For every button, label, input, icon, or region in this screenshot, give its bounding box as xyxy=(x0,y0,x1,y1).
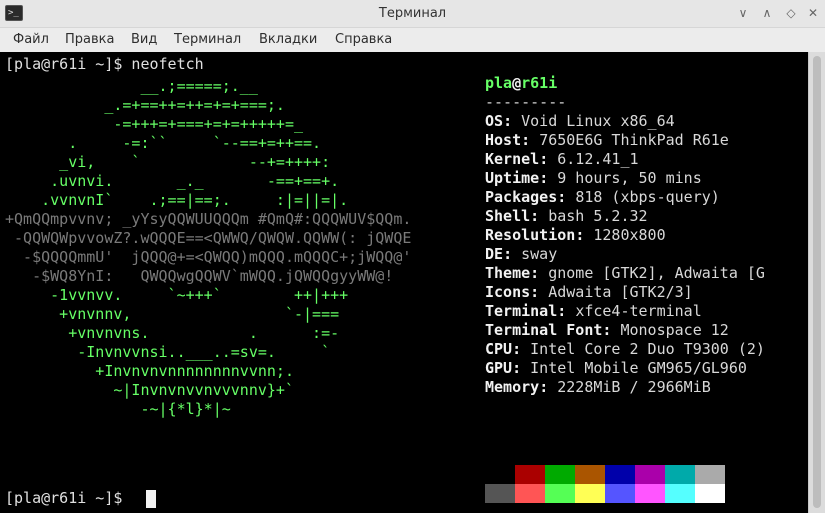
menu-edit[interactable]: Правка xyxy=(65,32,114,47)
title-bar[interactable]: >_ Терминал ∨ ∧ ◇ ✕ xyxy=(0,0,825,28)
palette-normal-row xyxy=(485,465,725,484)
color-swatch xyxy=(635,465,665,484)
restore-icon[interactable]: ◇ xyxy=(783,5,799,21)
command-prompt: [pla@r61i ~]$ neofetch xyxy=(5,55,204,73)
color-swatch xyxy=(575,465,605,484)
logo-line: +vnvnvns. . :=- xyxy=(5,324,340,342)
close-icon[interactable]: ✕ xyxy=(805,5,821,21)
color-swatch xyxy=(605,484,635,503)
info-host: Host: 7650E6G ThinkPad R61e xyxy=(485,131,729,149)
logo-line: . -=:`` `--==+=++==. xyxy=(5,134,322,152)
color-swatch xyxy=(635,484,665,503)
info-uptime: Uptime: 9 hours, 50 mins xyxy=(485,169,702,187)
info-terminal: Terminal: xfce4-terminal xyxy=(485,302,702,320)
color-palette xyxy=(485,465,725,503)
color-swatch xyxy=(695,484,725,503)
info-shell: Shell: bash 5.2.32 xyxy=(485,207,648,225)
logo-line: -~|{*l}*|~ xyxy=(5,400,231,418)
logo-line: .uvnvi. _._ -==+==+. xyxy=(5,172,340,190)
ascii-logo: __.;=====;.__ _.=+==++=++=+=+===;. -=+++… xyxy=(5,77,411,419)
color-swatch xyxy=(695,465,725,484)
logo-line: ~|Invnvnvvnvvvnnv}+` xyxy=(5,381,294,399)
text-cursor xyxy=(146,490,156,508)
system-info: pla@r61i --------- OS: Void Linux x86_64… xyxy=(485,74,765,397)
color-swatch xyxy=(665,484,695,503)
info-os: OS: Void Linux x86_64 xyxy=(485,112,675,130)
logo-line: _vi, ` --+=++++: xyxy=(5,153,331,171)
logo-line: +QmQQmpvvnv; _yYsyQQWUUQQQm #QmQ#:QQQWUV… xyxy=(5,210,412,228)
menu-view[interactable]: Вид xyxy=(131,32,157,47)
user-host: pla@r61i xyxy=(485,74,558,92)
logo-line: _.=+==++=++=+=+===;. xyxy=(5,96,285,114)
logo-line: -=+++=+===+=+=+++++=_ xyxy=(5,115,304,133)
info-cpu: CPU: Intel Core 2 Duo T9300 (2) xyxy=(485,340,765,358)
logo-line: .vvnvnI` .;==|==;. :|=||=|. xyxy=(5,191,349,209)
info-separator: --------- xyxy=(485,93,567,111)
color-swatch xyxy=(545,465,575,484)
window-title: Терминал xyxy=(378,6,447,21)
logo-line: +vnvnnv, `-|=== xyxy=(5,305,340,323)
logo-line: -QQWQWpvvowZ?.wQQQE==<QWWQ/QWQW.QQWW(: j… xyxy=(5,229,412,247)
logo-line: -$QQQQmmU' jQQQ@+=<QWQQ)mQQQ.mQQQC+;jWQQ… xyxy=(5,248,412,266)
shell-prompt: [pla@r61i ~]$ xyxy=(5,489,132,507)
info-kernel: Kernel: 6.12.41_1 xyxy=(485,150,639,168)
scrollbar-thumb[interactable] xyxy=(813,56,821,508)
minimize-icon[interactable]: ∨ xyxy=(735,5,751,21)
color-swatch xyxy=(575,484,605,503)
info-packages: Packages: 818 (xbps-query) xyxy=(485,188,720,206)
info-resolution: Resolution: 1280x800 xyxy=(485,226,666,244)
info-terminal-font: Terminal Font: Monospace 12 xyxy=(485,321,729,339)
info-theme: Theme: gnome [GTK2], Adwaita [G xyxy=(485,264,765,282)
info-gpu: GPU: Intel Mobile GM965/GL960 xyxy=(485,359,747,377)
maximize-icon[interactable]: ∧ xyxy=(759,5,775,21)
color-swatch xyxy=(515,465,545,484)
color-swatch xyxy=(665,465,695,484)
logo-line: -$WQ8YnI: QWQQwgQQWV`mWQQ.jQWQQgyyWW@! xyxy=(5,267,394,285)
color-swatch xyxy=(605,465,635,484)
color-swatch xyxy=(515,484,545,503)
color-swatch xyxy=(485,465,515,484)
menu-terminal[interactable]: Терминал xyxy=(174,32,241,47)
info-de: DE: sway xyxy=(485,245,558,263)
color-swatch xyxy=(545,484,575,503)
logo-line: -1vvnvv. `~+++` ++|+++ xyxy=(5,286,349,304)
menu-help[interactable]: Справка xyxy=(335,32,392,47)
logo-line: +Invnvnvnnnnnnnnvvnn;. xyxy=(5,362,294,380)
terminal-output[interactable]: [pla@r61i ~]$ neofetch __.;=====;.__ _.=… xyxy=(0,52,808,513)
logo-line: __.;=====;.__ xyxy=(5,77,258,95)
menu-tabs[interactable]: Вкладки xyxy=(259,32,317,47)
info-memory: Memory: 2228MiB / 2966MiB xyxy=(485,378,711,396)
info-icons: Icons: Adwaita [GTK2/3] xyxy=(485,283,693,301)
vertical-scrollbar[interactable] xyxy=(808,52,825,513)
menu-file[interactable]: Файл xyxy=(13,32,49,47)
logo-line: -Invnvvnsi..___..=sv=. ` xyxy=(5,343,331,361)
color-swatch xyxy=(485,484,515,503)
palette-bright-row xyxy=(485,484,725,503)
menu-bar: Файл Правка Вид Терминал Вкладки Справка xyxy=(0,28,825,52)
